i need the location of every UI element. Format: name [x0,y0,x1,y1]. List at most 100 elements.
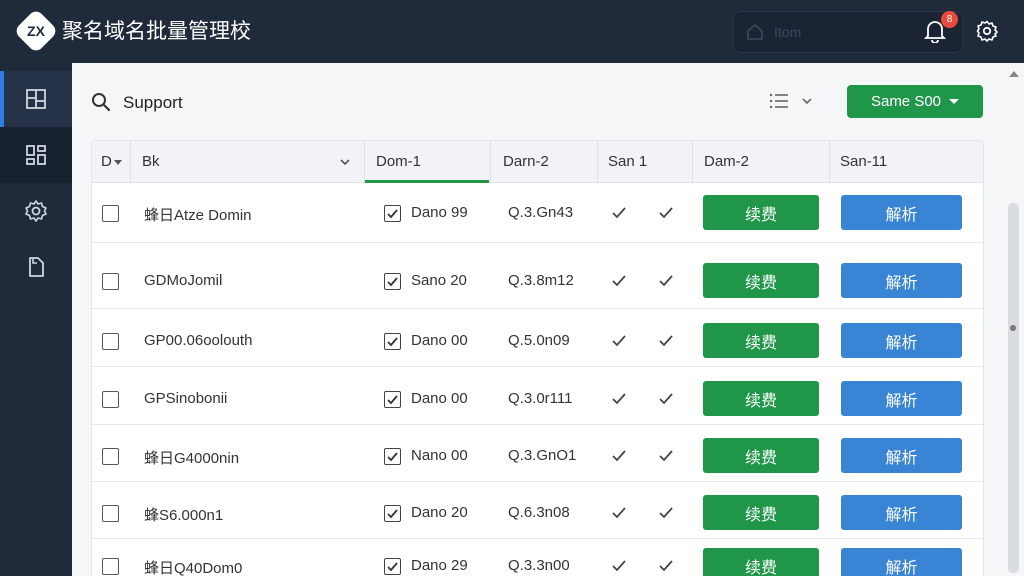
renew-button[interactable]: 续费 [703,495,819,530]
row-select-checkbox[interactable] [102,558,119,575]
column-divider [597,141,598,183]
domain-status: Dano 00 [411,332,468,349]
checkmark-icon [659,275,673,287]
column-divider [490,141,491,183]
sidebar-item-dashboard[interactable] [0,127,72,183]
table-row[interactable]: 蜂S6.000n1 Dano 20 Q.6.3n08 续费 解析 [92,482,983,539]
domain-code: Q.3.3n00 [508,557,570,574]
col-header-1[interactable]: Bk [142,141,160,183]
renew-button[interactable]: 续费 [703,263,819,298]
home-icon [747,23,763,40]
domain-status: Dano 29 [411,557,468,574]
save-button[interactable]: Same S00 [847,85,983,118]
dns-resolve-button[interactable]: 解析 [841,323,962,358]
row-select-checkbox[interactable] [102,273,119,290]
table-row[interactable]: GPSinobonii Dano 00 Q.3.0r111 续费 解析 [92,367,983,425]
sidebar-item-files[interactable] [0,239,72,295]
scrollbar-thumb[interactable] [1008,203,1019,573]
domain-name: GDMoJomil [144,272,223,289]
check-icon [387,337,398,347]
sidebar-item-settings[interactable] [0,183,72,239]
domain-status: Dano 20 [411,504,468,521]
checkmark-icon [612,507,626,519]
gear-icon [25,200,47,222]
col-header-5[interactable]: Dam-2 [704,141,749,183]
check-icon [387,509,398,519]
checkmark-icon [659,560,673,572]
domain-name: 蜂S6.000n1 [144,507,224,524]
scroll-up-arrow[interactable] [1009,71,1019,77]
chevron-down-icon[interactable] [339,157,351,167]
checked-checkbox[interactable] [384,333,401,350]
settings-gear-icon[interactable] [976,20,998,42]
caret-down-icon [949,99,960,104]
scrollbar-grip [1010,325,1016,331]
file-icon [29,257,44,277]
domain-code: Q.3.GnO1 [508,447,577,464]
checkmark-icon [612,560,626,572]
row-select-checkbox[interactable] [102,391,119,408]
checked-checkbox[interactable] [384,391,401,408]
domain-name: 蜂日Q40Dom0 [144,560,243,576]
dns-resolve-button[interactable]: 解析 [841,263,962,298]
domain-status: Nano 00 [411,447,468,464]
renew-button[interactable]: 续费 [703,323,819,358]
table-row[interactable]: 蜂日Q40Dom0 Dano 29 Q.3.3n00 续费 解析 [92,539,983,576]
col-header-0[interactable]: D [101,141,122,183]
dns-resolve-button[interactable]: 解析 [841,195,962,230]
chevron-down-icon[interactable] [801,96,813,106]
grid-icon [26,145,46,165]
row-select-checkbox[interactable] [102,205,119,222]
check-icon [387,452,398,462]
scrollbar[interactable] [1004,63,1024,576]
checked-checkbox[interactable] [384,505,401,522]
checkmark-icon [612,275,626,287]
domain-code: Q.5.0n09 [508,332,570,349]
table-row[interactable]: GP00.06oolouth Dano 00 Q.5.0n09 续费 解析 [92,309,983,367]
renew-button[interactable]: 续费 [703,438,819,473]
save-button-label: Same S00 [870,93,942,110]
domain-status: Dano 00 [411,390,468,407]
check-icon [387,277,398,287]
checkmark-icon [612,207,626,219]
dns-resolve-button[interactable]: 解析 [841,438,962,473]
column-divider [829,141,830,183]
sidebar-item-domains[interactable] [0,71,72,127]
dns-resolve-button[interactable]: 解析 [841,381,962,416]
checkmark-icon [659,507,673,519]
table-row[interactable]: 蜂日G4000nin Nano 00 Q.3.GnO1 续费 解析 [92,425,983,482]
logo-mark: ZX [27,23,45,39]
checkmark-icon [659,393,673,405]
table-header: D Bk Dom-1 Darn-2 San 1 Dam-2 San-11 [92,141,983,183]
checked-checkbox[interactable] [384,558,401,575]
row-select-checkbox[interactable] [102,333,119,350]
table-row[interactable]: 蜂日Atze Domin Dano 99 Q.3.Gn43 续费 解析 [92,183,983,243]
top-search-placeholder: Itom [774,24,802,40]
list-view-icon[interactable] [769,92,789,110]
check-icon [387,395,398,405]
row-select-checkbox[interactable] [102,505,119,522]
col-header-4[interactable]: San 1 [608,141,647,183]
checked-checkbox[interactable] [384,205,401,222]
column-divider [692,141,693,183]
dns-resolve-button[interactable]: 解析 [841,495,962,530]
column-divider [130,141,131,183]
col-header-3[interactable]: Darn-2 [503,141,549,183]
dns-resolve-button[interactable]: 解析 [841,548,962,576]
col-header-2[interactable]: Dom-1 [376,141,421,183]
row-select-checkbox[interactable] [102,448,119,465]
search-input[interactable]: Support [123,93,183,113]
domain-table: D Bk Dom-1 Darn-2 San 1 Dam-2 San-11 蜂日A… [91,140,984,576]
checked-checkbox[interactable] [384,273,401,290]
table-row[interactable]: GDMoJomil Sano 20 Q.3.8m12 续费 解析 [92,243,983,309]
renew-button[interactable]: 续费 [703,381,819,416]
domain-name: GPSinobonii [144,390,228,407]
col-header-6[interactable]: San-11 [840,141,887,183]
checked-checkbox[interactable] [384,448,401,465]
top-bar: ZX 聚名域名批量管理校 Itom 8 [0,0,1024,63]
checkmark-icon [612,335,626,347]
domain-code: Q.3.Gn43 [508,204,574,221]
search-icon[interactable] [91,92,111,112]
renew-button[interactable]: 续费 [703,195,819,230]
renew-button[interactable]: 续费 [703,548,819,576]
